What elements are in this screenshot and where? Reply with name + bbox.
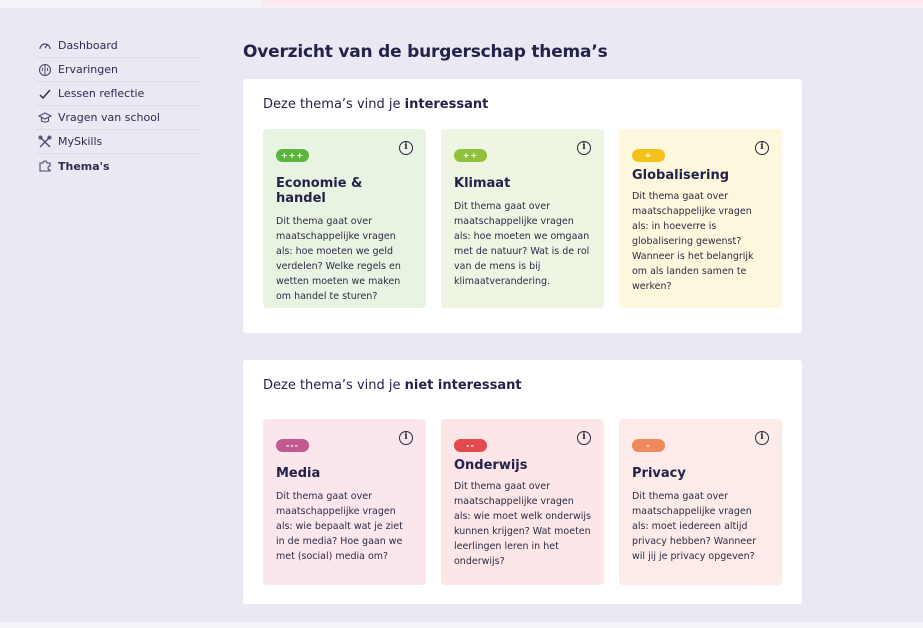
sidebar-item-lessen-reflectie[interactable]: Lessen reflectie: [36, 82, 198, 106]
info-icon[interactable]: i: [755, 141, 769, 155]
sidebar: Dashboard Ervaringen Lessen reflectie Vr…: [36, 34, 198, 178]
theme-description: Dit thema gaat over maatschappelijke vra…: [632, 191, 754, 292]
notification-strip: [262, 0, 923, 7]
panel-heading-prefix: Deze thema’s vind je: [263, 97, 405, 112]
theme-card-globalisering[interactable]: + i Globalisering Dit thema gaat over ma…: [619, 129, 782, 308]
theme-description: Dit thema gaat over maatschappelijke vra…: [454, 201, 590, 287]
sidebar-item-vragen-van-school[interactable]: Vragen van school: [36, 106, 198, 130]
tools-icon: [38, 135, 52, 149]
panel-heading-emphasis: niet interessant: [404, 378, 522, 393]
info-icon[interactable]: i: [399, 431, 413, 445]
top-strip: [0, 0, 923, 8]
sidebar-item-label: Lessen reflectie: [58, 87, 145, 100]
puzzle-icon: [38, 159, 52, 173]
theme-description: Dit thema gaat over maatschappelijke vra…: [454, 481, 591, 567]
rating-badge: +++: [276, 149, 309, 162]
theme-card-klimaat[interactable]: ++ i Klimaat Dit thema gaat over maatsch…: [441, 129, 604, 308]
info-icon[interactable]: i: [755, 431, 769, 445]
theme-title: Media: [276, 466, 321, 481]
panel-heading: Deze thema’s vind je niet interessant: [263, 378, 522, 393]
theme-description: Dit thema gaat over maatschappelijke vra…: [276, 491, 403, 562]
rating-badge: +: [632, 149, 665, 162]
info-icon[interactable]: i: [577, 141, 591, 155]
theme-title: Privacy: [632, 466, 686, 481]
sidebar-item-label: Vragen van school: [58, 111, 160, 124]
info-icon[interactable]: i: [577, 431, 591, 445]
sidebar-item-myskills[interactable]: MySkills: [36, 130, 198, 154]
sidebar-item-label: Ervaringen: [58, 63, 118, 76]
bottom-strip: [0, 622, 923, 628]
sidebar-item-dashboard[interactable]: Dashboard: [36, 34, 198, 58]
check-icon: [38, 87, 52, 101]
theme-card-privacy[interactable]: - i Privacy Dit thema gaat over maatscha…: [619, 419, 782, 585]
theme-title: Klimaat: [454, 176, 511, 191]
gauge-icon: [38, 39, 52, 53]
interesting-themes-panel: Deze thema’s vind je interessant +++ i E…: [243, 79, 802, 333]
theme-description: Dit thema gaat over maatschappelijke vra…: [632, 491, 756, 562]
rating-badge: --: [454, 439, 487, 452]
info-icon[interactable]: i: [399, 141, 413, 155]
page-title: Overzicht van de burgerschap thema’s: [243, 42, 608, 62]
graduation-cap-icon: [38, 111, 52, 125]
theme-card-onderwijs[interactable]: -- i Onderwijs Dit thema gaat over maats…: [441, 419, 604, 585]
sidebar-item-themas[interactable]: Thema's: [36, 154, 198, 178]
theme-description: Dit thema gaat over maatschappelijke vra…: [276, 216, 401, 302]
theme-title: Economie & handel: [276, 176, 363, 206]
theme-title: Globalisering: [632, 168, 730, 183]
sidebar-item-label: Dashboard: [58, 39, 118, 52]
not-interesting-themes-panel: Deze thema’s vind je niet interessant --…: [243, 360, 802, 604]
theme-card-economie[interactable]: +++ i Economie & handel Dit thema gaat o…: [263, 129, 426, 308]
rating-badge: ---: [276, 439, 309, 452]
rating-badge: -: [632, 439, 665, 452]
panel-heading-prefix: Deze thema’s vind je: [263, 378, 405, 393]
brain-icon: [38, 63, 52, 77]
sidebar-item-ervaringen[interactable]: Ervaringen: [36, 58, 198, 82]
theme-title: Onderwijs: [454, 458, 528, 473]
panel-heading: Deze thema’s vind je interessant: [263, 97, 488, 112]
panel-heading-emphasis: interessant: [404, 97, 489, 112]
theme-card-media[interactable]: --- i Media Dit thema gaat over maatscha…: [263, 419, 426, 585]
rating-badge: ++: [454, 149, 487, 162]
sidebar-item-label: MySkills: [58, 135, 103, 148]
sidebar-item-label: Thema's: [58, 159, 110, 173]
